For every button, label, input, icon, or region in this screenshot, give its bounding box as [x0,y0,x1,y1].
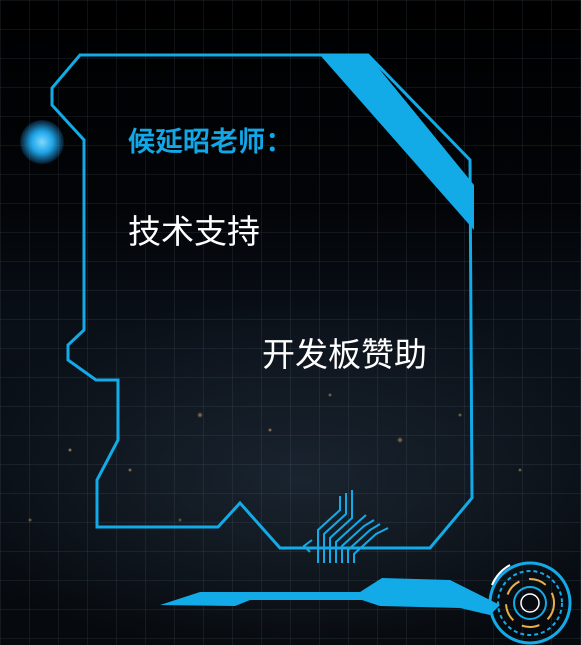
hud-circle-icon [488,561,572,645]
circuit-lines-icon [302,490,389,563]
hud-frame [50,53,572,645]
bottom-bar [160,578,500,615]
heading-title: 候延昭老师： [128,127,293,158]
glow-dot-icon [20,120,64,164]
item-technical-support: 技术支持 [128,212,260,251]
item-board-sponsorship: 开发板赞助 [262,335,427,374]
frame-corner-bar [320,55,474,230]
